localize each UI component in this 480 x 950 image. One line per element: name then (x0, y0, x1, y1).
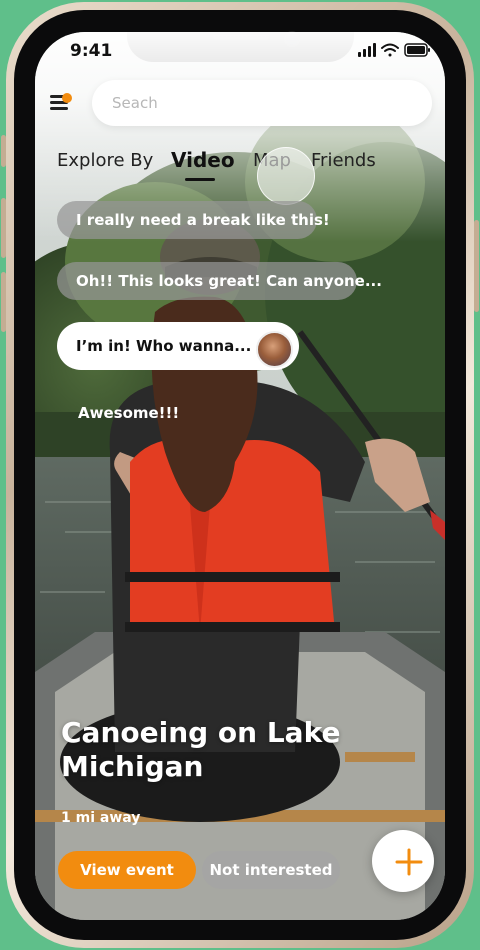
volume-up-button (1, 198, 6, 258)
plus-icon (395, 848, 423, 876)
status-time: 9:41 (70, 41, 113, 61)
event-title: Canoeing on Lake Michigan (61, 716, 341, 783)
add-button[interactable] (372, 830, 434, 892)
comment-text: Oh!! This looks great! Can anyone... (76, 272, 382, 290)
event-distance: 1 mi away (61, 810, 141, 826)
view-event-button[interactable]: View event (58, 851, 196, 889)
tab-friends[interactable]: Friends (311, 150, 376, 171)
search-input[interactable] (92, 80, 432, 126)
power-button (474, 220, 479, 312)
battery-icon (404, 43, 430, 57)
not-interested-button[interactable]: Not interested (202, 851, 340, 889)
status-icons (358, 43, 430, 57)
notification-dot (62, 93, 72, 103)
active-tab-indicator (185, 178, 215, 181)
touch-indicator (257, 147, 315, 205)
volume-down-button (1, 272, 6, 332)
avatar (256, 331, 293, 368)
comment-bubble: I really need a break like this! (57, 201, 330, 239)
tab-video[interactable]: Video (171, 148, 235, 172)
comment-bubble: Oh!! This looks great! Can anyone... (57, 262, 382, 300)
wifi-icon (381, 43, 399, 57)
cellular-signal-icon (358, 43, 376, 57)
comment-text: Awesome!!! (78, 404, 180, 422)
mute-switch (1, 135, 6, 167)
tab-explore-by: Explore By (57, 150, 154, 171)
comment-text: I’m in! Who wanna... (76, 337, 252, 355)
comment-text: I really need a break like this! (76, 211, 330, 229)
